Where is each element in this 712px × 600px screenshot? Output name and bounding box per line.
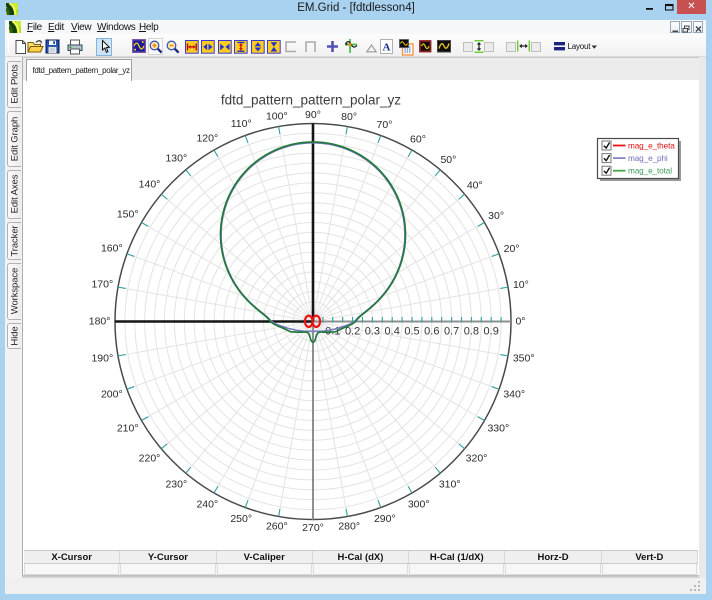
svg-text:A: A — [382, 41, 390, 53]
